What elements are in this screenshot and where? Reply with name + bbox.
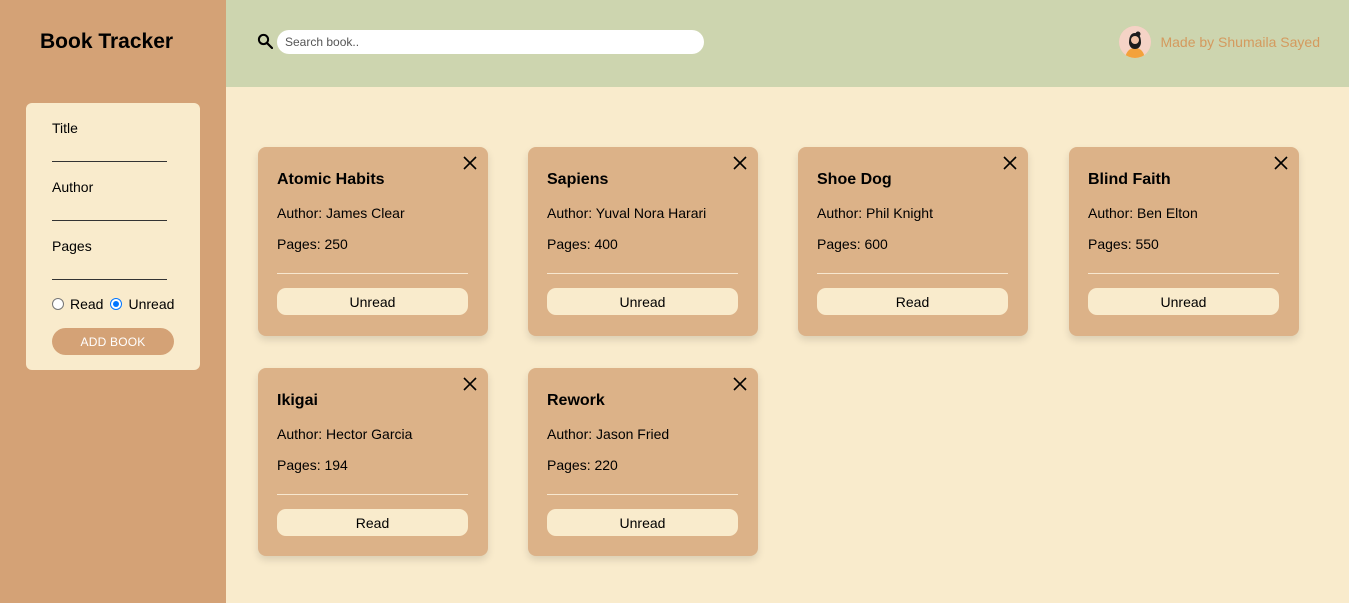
header: Made by Shumaila Sayed bbox=[226, 0, 1349, 87]
card-divider bbox=[547, 273, 738, 274]
card-divider bbox=[277, 494, 468, 495]
close-icon[interactable] bbox=[462, 376, 478, 392]
title-input[interactable] bbox=[52, 142, 167, 162]
close-icon[interactable] bbox=[732, 155, 748, 171]
book-author: Author: James Clear bbox=[277, 205, 405, 221]
author-credit: Made by Shumaila Sayed bbox=[1119, 26, 1320, 58]
book-card: Shoe Dog Author: Phil Knight Pages: 600 … bbox=[798, 147, 1028, 336]
book-pages: Pages: 600 bbox=[817, 236, 888, 252]
book-title: Blind Faith bbox=[1088, 171, 1171, 188]
add-book-form: Title Author Pages Read Unread ADD BOOK bbox=[26, 103, 200, 370]
card-divider bbox=[1088, 273, 1279, 274]
book-title: Ikigai bbox=[277, 392, 318, 409]
close-icon[interactable] bbox=[462, 155, 478, 171]
card-divider bbox=[547, 494, 738, 495]
book-card: Sapiens Author: Yuval Nora Harari Pages:… bbox=[528, 147, 758, 336]
book-card: Rework Author: Jason Fried Pages: 220 Un… bbox=[528, 368, 758, 556]
search-input[interactable] bbox=[277, 30, 704, 54]
book-pages: Pages: 194 bbox=[277, 457, 348, 473]
read-status-toggle-button[interactable]: Read bbox=[817, 288, 1008, 315]
status-radio-group: Read Unread bbox=[52, 296, 181, 312]
close-icon[interactable] bbox=[732, 376, 748, 392]
book-author: Author: Yuval Nora Harari bbox=[547, 205, 707, 221]
unread-radio-label[interactable]: Unread bbox=[128, 296, 174, 312]
author-label: Author bbox=[52, 179, 94, 195]
title-label: Title bbox=[52, 120, 78, 136]
read-status-toggle-button[interactable]: Unread bbox=[547, 288, 738, 315]
app-title: Book Tracker bbox=[40, 30, 174, 53]
book-author: Author: Jason Fried bbox=[547, 426, 670, 442]
book-pages: Pages: 550 bbox=[1088, 236, 1159, 252]
read-status-toggle-button[interactable]: Unread bbox=[1088, 288, 1279, 315]
book-author: Author: Phil Knight bbox=[817, 205, 933, 221]
card-divider bbox=[277, 273, 468, 274]
unread-radio[interactable] bbox=[110, 298, 123, 310]
close-icon[interactable] bbox=[1002, 155, 1018, 171]
book-title: Shoe Dog bbox=[817, 171, 892, 188]
book-pages: Pages: 400 bbox=[547, 236, 618, 252]
read-status-toggle-button[interactable]: Unread bbox=[547, 509, 738, 536]
credit-text: Made by Shumaila Sayed bbox=[1160, 34, 1320, 50]
book-pages: Pages: 250 bbox=[277, 236, 348, 252]
book-card: Atomic Habits Author: James Clear Pages:… bbox=[258, 147, 488, 336]
search-icon bbox=[257, 33, 273, 49]
read-status-toggle-button[interactable]: Unread bbox=[277, 288, 468, 315]
book-title: Sapiens bbox=[547, 171, 609, 188]
avatar-illustration-icon bbox=[1119, 26, 1152, 58]
pages-label: Pages bbox=[52, 238, 92, 254]
avatar bbox=[1119, 26, 1152, 58]
book-title: Atomic Habits bbox=[277, 171, 385, 188]
close-icon[interactable] bbox=[1273, 155, 1289, 171]
read-radio-label[interactable]: Read bbox=[70, 296, 103, 312]
read-radio[interactable] bbox=[52, 298, 64, 310]
book-card: Ikigai Author: Hector Garcia Pages: 194 … bbox=[258, 368, 488, 556]
book-card: Blind Faith Author: Ben Elton Pages: 550… bbox=[1069, 147, 1299, 336]
book-author: Author: Ben Elton bbox=[1088, 205, 1198, 221]
book-author: Author: Hector Garcia bbox=[277, 426, 413, 442]
sidebar: Book Tracker Title Author Pages Read Unr… bbox=[0, 0, 226, 603]
read-status-toggle-button[interactable]: Read bbox=[277, 509, 468, 536]
book-title: Rework bbox=[547, 392, 605, 409]
author-input[interactable] bbox=[52, 201, 167, 221]
pages-input[interactable] bbox=[52, 260, 167, 280]
book-pages: Pages: 220 bbox=[547, 457, 618, 473]
add-book-button[interactable]: ADD BOOK bbox=[52, 328, 174, 355]
card-divider bbox=[817, 273, 1008, 274]
